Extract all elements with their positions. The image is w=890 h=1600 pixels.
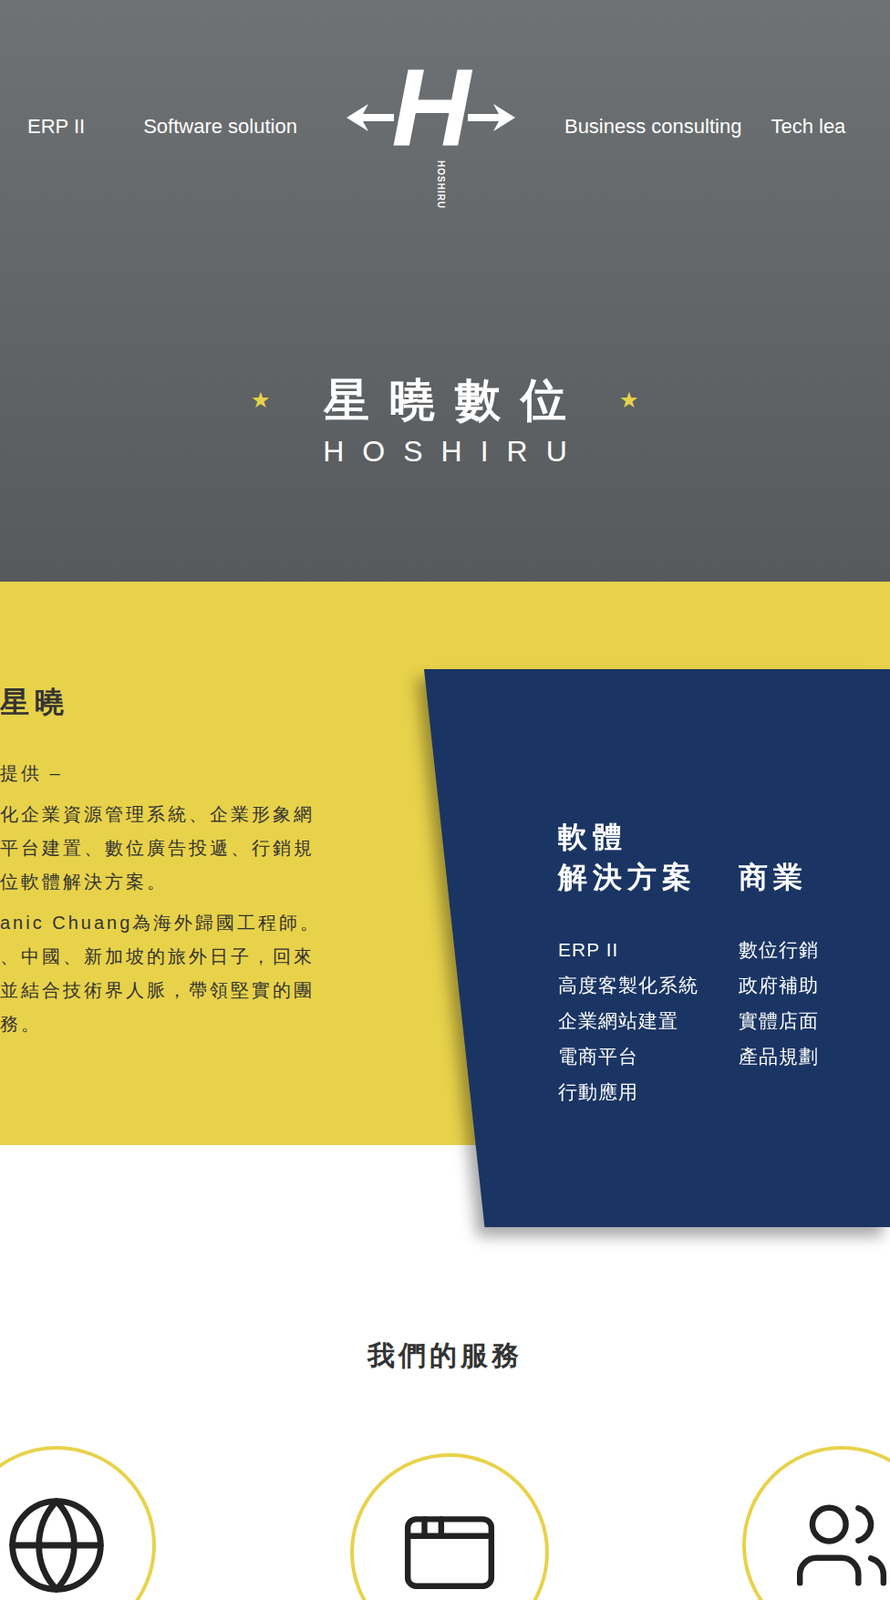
logo-subtext: HOSHIRU <box>435 160 445 208</box>
about: 星曉提供 – 化企業資源管理系統、企業形象網平台建置、數位廣告投遞、行銷規位軟體解… <box>0 581 383 1042</box>
solution-item[interactable]: 高度客製化系統 <box>558 967 699 1004</box>
star-icon: ★ <box>250 383 271 417</box>
solution-item[interactable]: 實體店面 <box>738 1003 819 1039</box>
solution-item[interactable]: 行動應用 <box>558 1074 699 1110</box>
about-line: 平台建置、數位廣告投遞、行銷規 <box>0 831 383 866</box>
service-circle[interactable] <box>350 1453 549 1600</box>
about-line: 並結合技術界人脈，帶領堅實的團 <box>0 973 383 1008</box>
solution-column: 軟體解決方案 ERP II高度客製化系統企業網站建置電商平台行動應用 <box>558 815 699 1228</box>
solution-item[interactable]: 產品規劃 <box>738 1038 819 1075</box>
services-row <box>0 1446 890 1600</box>
solution-column: 商業數位行銷政府補助實體店面產品規劃 <box>738 815 819 1228</box>
solution-heading: 商業 <box>738 857 819 898</box>
solution-item[interactable]: 政府補助 <box>738 967 819 1004</box>
solution-heading: 解決方案 <box>558 857 699 898</box>
left-arrow-icon <box>346 103 394 132</box>
solution-item[interactable]: 企業網站建置 <box>558 1003 699 1039</box>
solutions-card: 軟體解決方案 ERP II高度客製化系統企業網站建置電商平台行動應用 商業數位行銷政… <box>424 669 890 1228</box>
service-circle[interactable] <box>742 1446 890 1600</box>
hero-title: 星曉數位 <box>303 372 587 430</box>
about-line: 、中國、新加坡的旅外日子，回來 <box>0 940 383 974</box>
nav-link[interactable]: ERP II <box>27 111 85 142</box>
solution-item[interactable]: ERP II <box>558 931 699 968</box>
about-line: 務。 <box>0 1007 383 1042</box>
logo[interactable]: HHOSHIRU <box>346 43 516 208</box>
hero: ERP IISoftware solutionHHOSHIRUBusiness … <box>0 0 890 582</box>
nav-link[interactable]: Software solution <box>143 111 298 142</box>
nav-link[interactable]: Business consulting <box>564 111 742 142</box>
star-icon: ★ <box>619 383 640 417</box>
service-circle[interactable] <box>0 1446 156 1600</box>
web-layout-icon <box>399 1502 500 1600</box>
top-nav: ERP II Software solution HHOSHIRU Business … <box>0 0 890 208</box>
hero-subtitle: HOSHIRU <box>0 433 890 470</box>
about-line: anic Chuang為海外歸國工程師。 <box>0 906 383 941</box>
about-heading: 星曉 <box>0 683 383 721</box>
solution-heading: 軟體 <box>558 817 699 858</box>
page: ERP IISoftware solutionHHOSHIRUBusiness … <box>0 0 890 1600</box>
logo-letter: H <box>390 52 473 163</box>
solution-item[interactable]: 電商平台 <box>558 1038 699 1075</box>
meeting-icon <box>791 1495 890 1596</box>
about-line: 化企業資源管理系統、企業形象網 <box>0 797 383 832</box>
services-title: 我們的服務 <box>0 1338 890 1374</box>
hero-title-row: ★ 星曉數位 ★ <box>0 372 890 430</box>
solution-item[interactable]: 數位行銷 <box>738 931 819 968</box>
about-line: 提供 – <box>0 756 383 791</box>
right-arrow-icon <box>467 103 516 132</box>
about-paragraph: 提供 – <box>0 756 383 791</box>
nav-link[interactable]: Tech lea <box>770 111 846 142</box>
about-line: 位軟體解決方案。 <box>0 865 383 900</box>
about-paragraph: 化企業資源管理系統、企業形象網平台建置、數位廣告投遞、行銷規位軟體解決方案。 <box>0 797 383 900</box>
about-paragraph: anic Chuang為海外歸國工程師。、中國、新加坡的旅外日子，回來並結合技術… <box>0 906 383 1042</box>
about-section: 星曉提供 – 化企業資源管理系統、企業形象網平台建置、數位廣告投遞、行銷規位軟體解… <box>0 581 890 1146</box>
globe-icon <box>3 1492 110 1599</box>
